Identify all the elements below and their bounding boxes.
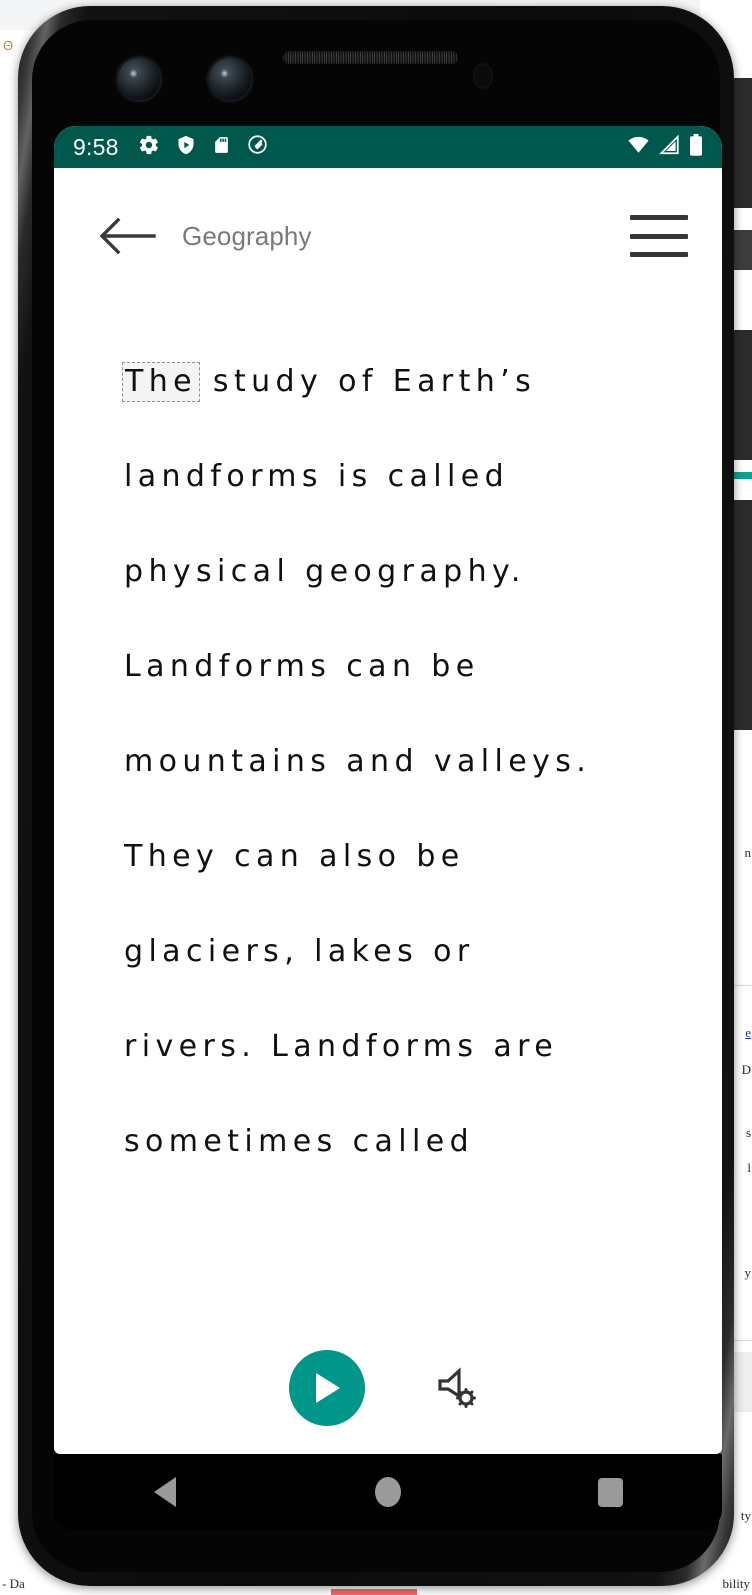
background-text-fragment: bility	[722, 1576, 750, 1591]
circle-home-icon	[374, 1477, 401, 1507]
menu-bar	[630, 252, 688, 257]
status-bar-system-icons	[626, 133, 704, 162]
sd-card-icon	[212, 134, 231, 161]
battery-icon	[688, 133, 704, 162]
settings-gear-icon	[138, 134, 160, 161]
triangle-back-icon	[154, 1477, 177, 1507]
background-text-fragment: l	[747, 1160, 751, 1175]
background-text-fragment: ty	[740, 1508, 751, 1523]
reader-line: They can also be	[124, 839, 465, 874]
status-bar-notification-icons	[138, 134, 268, 161]
wifi-icon	[626, 134, 651, 161]
playback-controls	[54, 1350, 722, 1426]
android-back-button[interactable]	[120, 1462, 210, 1522]
reader-line: The study of Earth’s	[122, 334, 684, 429]
square-recents-icon	[598, 1477, 624, 1507]
play-button[interactable]	[289, 1350, 365, 1426]
background-text-fragment: n	[744, 845, 752, 860]
adblock-icon	[247, 134, 268, 160]
reader-line: rivers. Landforms are	[124, 1029, 559, 1064]
reader-line: Landforms can be	[124, 649, 480, 684]
background-text-fragment: D	[741, 1062, 751, 1077]
shield-play-icon	[176, 134, 196, 161]
camera-lens-icon	[118, 58, 160, 100]
highlighted-word[interactable]: The	[122, 362, 200, 402]
status-bar: 9:58	[54, 126, 722, 168]
hamburger-menu-icon[interactable]	[630, 215, 688, 257]
menu-bar	[630, 215, 688, 220]
app-bar: Geography	[54, 168, 722, 304]
reader-line: mountains and valleys.	[124, 744, 592, 779]
reader-line: landforms is called	[124, 459, 510, 494]
background-red-bar	[331, 1589, 417, 1595]
reader-line-text: study of Earth’s	[198, 364, 537, 399]
proximity-sensor-icon	[473, 63, 493, 89]
voice-settings-icon[interactable]	[425, 1357, 487, 1419]
background-text-fragment: - Da	[2, 1576, 25, 1591]
phone-device: 9:58 Geography The study of Earth’s land…	[18, 6, 734, 1586]
earpiece-speaker-grille	[283, 51, 458, 64]
back-button[interactable]	[96, 212, 158, 260]
menu-bar	[630, 233, 688, 239]
page-title: Geography	[182, 220, 312, 251]
background-left-icon: Θ	[3, 38, 14, 53]
android-recents-button[interactable]	[566, 1462, 656, 1522]
reader-line: sometimes called	[124, 1124, 475, 1159]
reader-line: glaciers, lakes or	[124, 934, 475, 969]
android-navigation-bar	[54, 1454, 722, 1530]
android-home-button[interactable]	[343, 1462, 433, 1522]
reader-text-area[interactable]: The study of Earth’s landforms is called…	[54, 304, 722, 1189]
reader-line: physical geography.	[124, 554, 526, 589]
background-text-fragment: y	[744, 1265, 752, 1280]
status-bar-clock: 9:58	[73, 133, 119, 160]
background-text-fragment: s	[745, 1125, 751, 1140]
camera-lens-icon	[209, 58, 251, 100]
cellular-signal-icon	[658, 134, 681, 161]
phone-screen: 9:58 Geography The study of Earth’s land…	[54, 126, 722, 1454]
background-text-fragment: e	[745, 1025, 751, 1040]
